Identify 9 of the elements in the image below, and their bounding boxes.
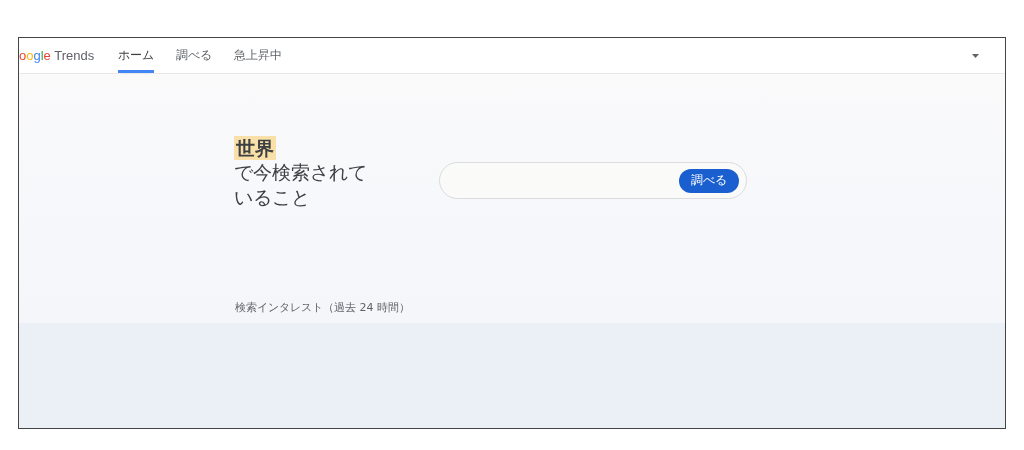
search-field[interactable]: 調べる: [439, 162, 747, 199]
section-label: 検索インタレスト（過去 24 時間）: [235, 300, 411, 315]
headline-text: で今検索されていること: [234, 160, 368, 210]
caret-icon[interactable]: [972, 53, 979, 58]
logo[interactable]: oogle Trends: [19, 48, 95, 63]
highlight-word: 世界: [234, 136, 276, 160]
nav-tab[interactable]: 急上昇中: [234, 38, 283, 73]
search-button[interactable]: 調べる: [679, 168, 739, 193]
nav-tab[interactable]: 調べる: [176, 38, 213, 73]
